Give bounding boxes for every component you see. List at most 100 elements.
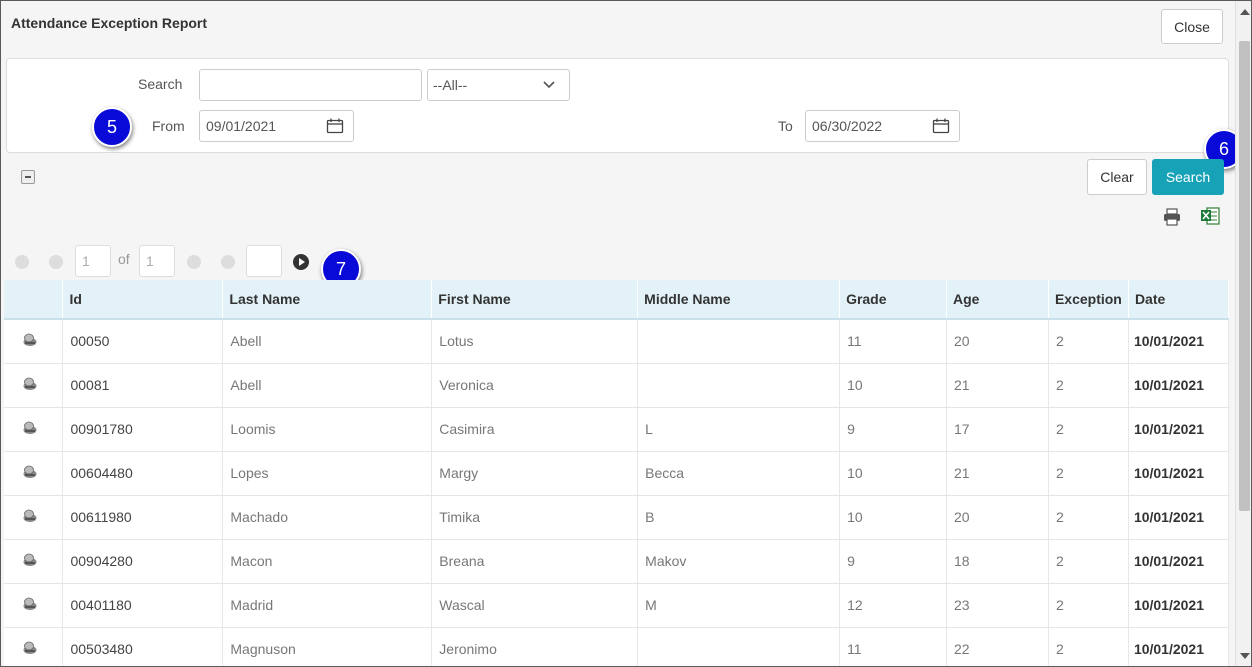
student-row-icon[interactable] [22,333,38,350]
window-title: Attendance Exception Report [11,15,208,31]
exception-cell: 2 [1048,363,1129,408]
last-name-cell: Lopes [222,451,433,496]
pager-first-icon[interactable] [15,255,29,269]
close-button[interactable]: Close [1161,9,1223,44]
scroll-thumb[interactable] [1239,41,1250,511]
table-row[interactable]: 00611980 Machado Timika B 10 20 2 10/01/2021 [4,495,1230,540]
vertical-scrollbar[interactable] [1235,1,1251,666]
row-icon-cell[interactable] [4,495,64,540]
first-name-cell: Casimira [431,407,639,452]
middle-name-cell: B [637,495,841,540]
grade-cell: 11 [839,319,948,364]
row-icon-cell[interactable] [4,451,64,496]
pager-prev-icon[interactable] [49,255,63,269]
date-cell: 10/01/2021 [1128,627,1230,666]
exception-cell: 2 [1048,451,1129,496]
to-date-value: 06/30/2022 [812,118,883,134]
student-row-icon[interactable] [22,377,38,394]
report-window: Attendance Exception Report Close Search… [0,0,1252,667]
date-cell: 10/01/2021 [1128,451,1230,496]
student-row-icon[interactable] [22,465,38,482]
exception-cell: 2 [1048,495,1129,540]
last-name-cell: Machado [222,495,433,540]
student-row-icon[interactable] [22,509,38,526]
table-header-row: Id Last Name First Name Middle Name Grad… [4,280,1230,320]
column-header-age[interactable]: Age [946,280,1049,320]
first-name-cell: Margy [431,451,639,496]
id-cell: 00050 [62,319,224,364]
table-row[interactable]: 00904280 Macon Breana Makov 9 18 2 10/01/2021 [4,539,1230,584]
column-header-last-name[interactable]: Last Name [222,280,433,320]
from-date-value: 09/01/2021 [206,118,277,134]
go-icon[interactable] [293,254,309,270]
middle-name-cell: Becca [637,451,841,496]
filter-dropdown[interactable]: --All-- [427,69,570,101]
row-icon-cell[interactable] [4,583,64,628]
last-name-cell: Magnuson [222,627,433,666]
collapse-icon[interactable] [21,170,35,184]
grade-cell: 12 [839,583,948,628]
row-icon-cell[interactable] [4,627,64,666]
age-cell: 18 [946,539,1049,584]
scroll-up-icon[interactable] [1240,9,1250,15]
grade-cell: 10 [839,363,948,408]
from-date-field[interactable]: 09/01/2021 [199,110,354,142]
table-row[interactable]: 00503480 Magnuson Jeronimo 11 22 2 10/01/2021 [4,627,1230,666]
middle-name-cell [637,627,841,666]
table-row[interactable]: 00401180 Madrid Wascal M 12 23 2 10/01/2021 [4,583,1230,628]
date-cell: 10/01/2021 [1128,363,1230,408]
row-icon-cell[interactable] [4,319,64,364]
excel-icon[interactable] [1200,207,1220,225]
clear-button[interactable]: Clear [1087,159,1147,195]
column-header-date[interactable]: Date [1128,280,1230,320]
middle-name-cell: M [637,583,841,628]
search-button[interactable]: Search [1152,159,1224,195]
column-header-grade[interactable]: Grade [839,280,948,320]
grade-cell: 9 [839,539,948,584]
pager-next-icon[interactable] [187,255,201,269]
column-header-icon [4,280,64,320]
chevron-down-icon [543,81,555,89]
printer-icon[interactable] [1162,208,1182,226]
grade-cell: 9 [839,407,948,452]
first-name-cell: Jeronimo [431,627,639,666]
date-cell: 10/01/2021 [1128,539,1230,584]
filter-panel: Search --All-- From 09/01/2021 To 06/30/… [6,58,1229,153]
column-header-exception[interactable]: Exception [1048,280,1129,320]
id-cell: 00081 [62,363,224,408]
grade-cell: 10 [839,495,948,540]
column-header-first-name[interactable]: First Name [431,280,639,320]
table-row[interactable]: 00604480 Lopes Margy Becca 10 21 2 10/01/2021 [4,451,1230,496]
id-cell: 00401180 [62,583,224,628]
row-icon-cell[interactable] [4,539,64,584]
calendar-icon[interactable] [326,118,344,134]
exception-cell: 2 [1048,407,1129,452]
table-row[interactable]: 00081 Abell Veronica 10 21 2 10/01/2021 [4,363,1230,408]
search-label: Search [138,76,183,92]
table-row[interactable]: 00050 Abell Lotus 11 20 2 10/01/2021 [4,319,1230,364]
grade-cell: 11 [839,627,948,666]
middle-name-cell: Makov [637,539,841,584]
student-row-icon[interactable] [22,421,38,438]
row-icon-cell[interactable] [4,407,64,452]
search-input[interactable] [199,69,422,101]
last-name-cell: Abell [222,363,433,408]
id-cell: 00611980 [62,495,224,540]
date-cell: 10/01/2021 [1128,583,1230,628]
student-row-icon[interactable] [22,641,38,658]
student-row-icon[interactable] [22,597,38,614]
table-row[interactable]: 00901780 Loomis Casimira L 9 17 2 10/01/2021 [4,407,1230,452]
pager-page-input[interactable]: 1 [75,245,111,277]
pager-goto-input[interactable] [246,245,282,277]
to-date-field[interactable]: 06/30/2022 [805,110,960,142]
column-header-middle-name[interactable]: Middle Name [637,280,841,320]
column-header-id[interactable]: Id [62,280,224,320]
calendar-icon[interactable] [932,118,950,134]
row-icon-cell[interactable] [4,363,64,408]
scroll-down-icon[interactable] [1240,653,1250,659]
from-label: From [152,118,185,134]
student-row-icon[interactable] [22,553,38,570]
age-cell: 23 [946,583,1049,628]
grade-cell: 10 [839,451,948,496]
pager-last-icon[interactable] [221,255,235,269]
